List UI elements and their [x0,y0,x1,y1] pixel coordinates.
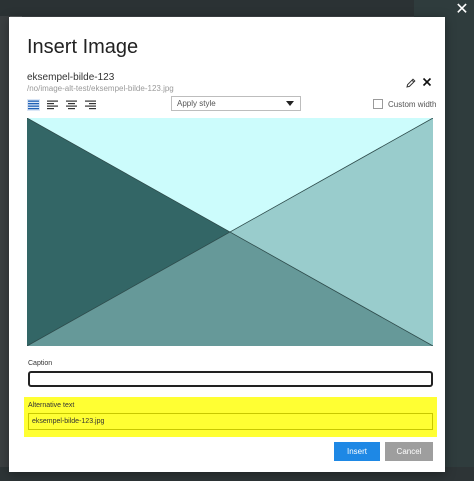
caption-input[interactable] [28,371,433,387]
alternative-text-input[interactable]: eksempel-bilde-123.jpg [28,413,433,430]
close-icon[interactable] [421,76,433,88]
alternative-text-section: Alternative text eksempel-bilde-123.jpg [24,397,437,437]
chevron-down-icon [286,101,294,106]
custom-width-toggle[interactable]: Custom width [373,99,436,109]
insert-image-dialog: Insert Image eksempel-bilde-123 /no/imag… [9,17,445,472]
insert-button[interactable]: Insert [334,442,380,461]
apply-style-select[interactable]: Apply style [171,96,301,111]
custom-width-label: Custom width [388,99,437,109]
image-name: eksempel-bilde-123 [27,72,115,83]
apply-style-value: Apply style [177,99,216,108]
dialog-title: Insert Image [27,36,139,58]
backdrop-top-band [0,0,474,16]
align-center-icon[interactable] [65,99,78,111]
alignment-toolbar [27,99,97,113]
close-icon[interactable]: ✕ [454,2,470,18]
image-preview [27,118,433,346]
alternative-text-label: Alternative text [28,402,75,409]
align-left-icon[interactable] [46,99,59,111]
caption-label: Caption [28,360,53,367]
align-justify-icon[interactable] [27,99,40,111]
align-right-icon[interactable] [84,99,97,111]
pencil-icon[interactable] [405,77,417,89]
custom-width-checkbox[interactable] [373,99,383,109]
cancel-button[interactable]: Cancel [385,442,433,461]
image-path: /no/image-alt-test/eksempel-bilde-123.jp… [27,84,174,93]
